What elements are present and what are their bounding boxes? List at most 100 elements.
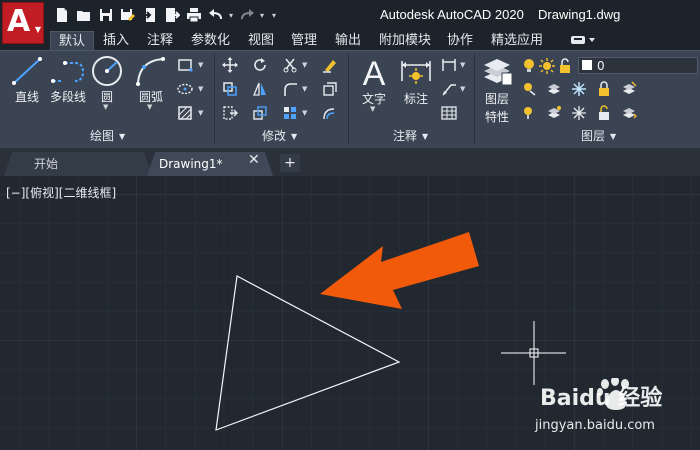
crosshair-cursor [501,321,566,385]
layer-properties-label-2: 特性 [484,110,509,124]
chevron-down-icon: ▼ [34,25,41,34]
polyline-icon [51,61,85,83]
autocad-logo-icon: A [7,4,31,39]
tab-addins[interactable]: 附加模块 [378,31,432,50]
arc-icon [136,57,165,86]
layer-freeze-icon[interactable] [570,80,588,98]
lightbulb-icon[interactable] [520,57,538,75]
doc-tab-start[interactable]: 开始 [4,152,152,176]
layer-state-icon[interactable] [620,80,638,98]
chevron-down-icon[interactable]: ▼ [302,109,307,117]
layer-thaw-icon[interactable] [570,104,588,122]
chevron-down-icon[interactable]: ▼ [302,85,307,93]
open-icon[interactable] [74,6,93,25]
application-menu-button[interactable]: A ▼ [2,2,44,44]
doc-tab-start-label: 开始 [34,157,59,171]
close-icon[interactable]: ✕ [248,152,260,168]
redo-dropdown-icon[interactable]: ▾ [259,6,265,25]
chevron-down-icon[interactable]: ▼ [198,109,203,117]
linear-dim-icon[interactable] [440,56,458,74]
new-tab-button[interactable]: + [280,154,300,172]
chevron-down-icon[interactable]: ▼ [302,61,307,69]
ribbon-display-toggle-icon[interactable] [570,33,598,47]
undo-dropdown-icon[interactable]: ▾ [228,6,234,25]
print-icon[interactable] [184,6,203,25]
arc-tool[interactable]: 圆弧 ▼ [132,55,170,111]
copy-icon[interactable] [221,80,239,98]
trim-icon[interactable] [281,56,299,74]
undo-icon[interactable] [206,6,225,25]
chevron-down-icon[interactable]: ▼ [103,103,108,111]
annotation-panel-title[interactable]: 注释 ▼ [393,129,428,144]
offset-icon[interactable] [321,104,339,122]
line-label: 直线 [14,90,39,104]
tab-collaborate[interactable]: 协作 [446,31,474,50]
save-icon[interactable] [96,6,115,25]
chevron-down-icon[interactable]: ▼ [198,61,203,69]
unlock-icon[interactable] [556,57,574,75]
hatch-icon[interactable] [176,104,194,122]
text-icon: A [363,55,386,89]
circle-tool[interactable]: 圆 ▼ [90,55,124,111]
ellipse-icon[interactable] [176,80,194,98]
layer-match-icon[interactable] [520,104,538,122]
web-save-icon[interactable] [162,6,181,25]
tab-manage[interactable]: 管理 [290,31,318,50]
mirror-icon[interactable] [251,80,269,98]
file-name: Drawing1.dwg [538,7,621,22]
circle-icon [92,56,122,86]
chevron-down-icon: ▼ [422,132,429,141]
polyline-tool[interactable]: 多段线 [46,55,90,105]
tab-view[interactable]: 视图 [247,31,275,50]
layer-unlock-all-icon[interactable] [595,104,613,122]
chevron-down-icon[interactable]: ▼ [370,105,375,113]
fillet-icon[interactable] [281,80,299,98]
web-open-icon[interactable] [140,6,159,25]
svg-text:A: A [363,55,386,89]
scale-icon[interactable] [251,104,269,122]
modify-panel-title[interactable]: 修改 ▼ [262,129,297,144]
layer-isolate-icon[interactable] [545,80,563,98]
annotation-arrow [320,232,479,309]
redo-icon[interactable] [237,6,256,25]
sun-icon[interactable] [538,57,556,75]
layer-properties-label-1: 图层 [484,92,509,106]
save-as-icon[interactable] [118,6,137,25]
new-icon[interactable] [52,6,71,25]
rotate-icon[interactable] [251,56,269,74]
array-icon[interactable] [281,104,299,122]
chevron-down-icon[interactable]: ▼ [147,103,152,111]
tab-insert[interactable]: 插入 [102,31,130,50]
layer-lock-icon[interactable] [595,80,613,98]
layer-merge-icon[interactable] [620,104,638,122]
leader-icon[interactable] [440,80,458,98]
table-icon[interactable] [440,104,458,122]
layer-dropdown[interactable] [578,57,698,74]
tab-annotate[interactable]: 注释 [146,31,174,50]
dimension-tool[interactable]: 标注 [398,55,434,107]
move-icon[interactable] [221,56,239,74]
tab-parametric[interactable]: 参数化 [190,31,231,50]
draw-panel-title[interactable]: 绘图 ▼ [90,129,125,144]
layers-panel-title[interactable]: 图层 ▼ [581,129,616,144]
dimension-icon [401,61,431,84]
watermark-main: Baidu 经验 [540,386,663,411]
customize-dropdown-icon[interactable]: ▾ [268,6,280,25]
explode-icon[interactable] [321,80,339,98]
panel-divider [348,54,349,144]
rectangle-icon[interactable] [176,56,194,74]
line-tool[interactable]: 直线 [8,55,46,105]
ribbon-tab-bar: 默认 插入 注释 参数化 视图 管理 输出 附加模块 协作 精选应用 [0,29,700,50]
stretch-icon[interactable] [221,104,239,122]
tab-featured-apps[interactable]: 精选应用 [490,31,544,50]
text-tool[interactable]: A 文字 ▼ [356,55,392,113]
chevron-down-icon[interactable]: ▼ [460,85,465,93]
layer-off-icon[interactable] [520,80,538,98]
chevron-down-icon[interactable]: ▼ [460,61,465,69]
layer-walk-icon[interactable] [545,104,563,122]
erase-icon[interactable] [321,56,339,74]
chevron-down-icon[interactable]: ▼ [198,85,203,93]
layer-properties-tool[interactable]: 图层 特性 [478,55,516,125]
tab-output[interactable]: 输出 [334,31,362,50]
tab-default[interactable]: 默认 [50,31,95,50]
